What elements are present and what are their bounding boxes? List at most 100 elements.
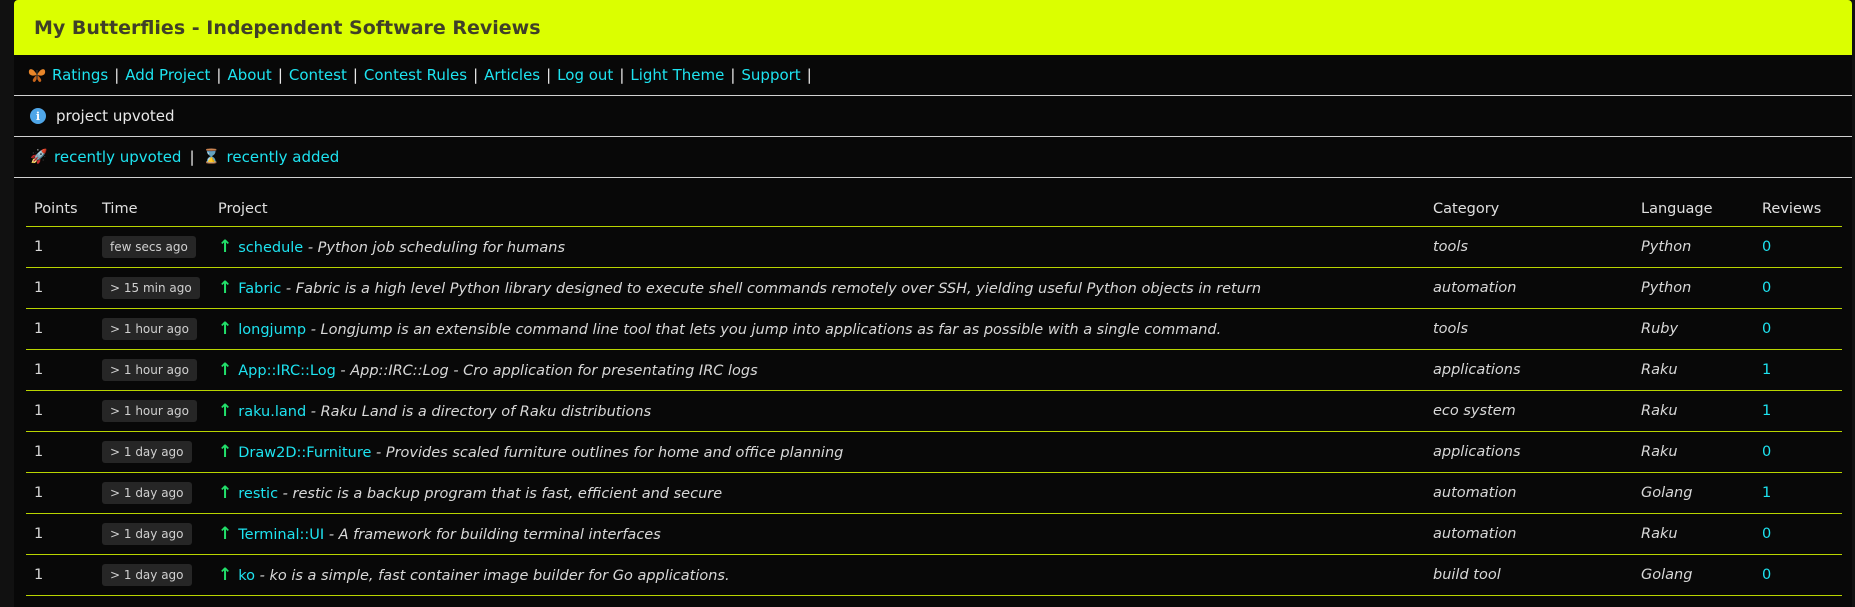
reviews-link[interactable]: 0 <box>1762 321 1771 337</box>
header-category: Category <box>1425 191 1633 227</box>
project-link[interactable]: ko <box>238 568 255 584</box>
reviews-link[interactable]: 0 <box>1762 444 1771 460</box>
row-category: automation <box>1425 267 1633 309</box>
time-badge: > 1 day ago <box>102 523 192 545</box>
reviews-link[interactable]: 0 <box>1762 280 1771 296</box>
time-badge: > 1 day ago <box>102 441 192 463</box>
upvote-arrow-icon[interactable]: ↑ <box>218 319 232 339</box>
filter-recently-upvoted[interactable]: recently upvoted <box>54 148 181 166</box>
table-row: 1 > 1 day ago ↑ restic - restic is a back… <box>26 472 1842 514</box>
nav-ratings[interactable]: Ratings <box>52 66 108 84</box>
upvote-arrow-icon[interactable]: ↑ <box>218 524 232 544</box>
row-category: tools <box>1425 308 1633 350</box>
filter-recently-added[interactable]: recently added <box>227 148 340 166</box>
row-language: Golang <box>1633 554 1754 596</box>
time-badge: > 1 hour ago <box>102 318 197 340</box>
row-points: 1 <box>26 554 94 596</box>
project-description: - Fabric is a high level Python library … <box>285 281 1262 297</box>
upvote-arrow-icon[interactable]: ↑ <box>218 442 232 462</box>
reviews-link[interactable]: 0 <box>1762 567 1771 583</box>
row-category: eco system <box>1425 390 1633 432</box>
sort-filters: 🚀 recently upvoted | ⌛ recently added <box>14 137 1852 178</box>
hourglass-icon: ⌛ <box>202 149 220 165</box>
header-time: Time <box>94 191 210 227</box>
upvote-arrow-icon[interactable]: ↑ <box>218 237 232 257</box>
row-points: 1 <box>26 308 94 350</box>
table-row: 1 > 1 day ago ↑ Draw2D::Furniture - Provi… <box>26 431 1842 473</box>
row-language: Python <box>1633 267 1754 309</box>
nav-about[interactable]: About <box>227 66 271 84</box>
rocket-icon: 🚀 <box>30 149 48 165</box>
table-row: 1 > 1 day ago ↑ ko - ko is a simple, fast… <box>26 554 1842 596</box>
notice-text: project upvoted <box>56 107 175 125</box>
row-category: tools <box>1425 226 1633 268</box>
row-points: 1 <box>26 513 94 555</box>
time-badge: > 1 day ago <box>102 482 192 504</box>
project-description: - Python job scheduling for humans <box>307 240 566 256</box>
main-nav: Ratings | Add Project | About | Contest | Co… <box>14 55 1852 96</box>
project-link[interactable]: Terminal::UI <box>238 527 324 543</box>
row-points: 1 <box>26 226 94 268</box>
nav-support[interactable]: Support <box>741 66 800 84</box>
time-badge: > 1 hour ago <box>102 400 197 422</box>
nav-light-theme[interactable]: Light Theme <box>630 66 724 84</box>
row-language: Ruby <box>1633 308 1754 350</box>
upvote-arrow-icon[interactable]: ↑ <box>218 483 232 503</box>
nav-separator: | <box>546 66 552 84</box>
nav-add-project[interactable]: Add Project <box>125 66 210 84</box>
projects-table: Points Time Project Category Language Re… <box>26 191 1842 596</box>
header-points: Points <box>26 191 94 227</box>
table-row: 1 > 1 hour ago ↑ longjump - Longjump is a… <box>26 308 1842 350</box>
project-description: - ko is a simple, fast container image b… <box>259 568 730 584</box>
nav-contest-rules[interactable]: Contest Rules <box>364 66 467 84</box>
project-link[interactable]: Draw2D::Furniture <box>238 445 371 461</box>
row-language: Raku <box>1633 431 1754 473</box>
reviews-link[interactable]: 1 <box>1762 362 1771 378</box>
header-reviews: Reviews <box>1754 191 1842 227</box>
upvote-arrow-icon[interactable]: ↑ <box>218 278 232 298</box>
upvote-arrow-icon[interactable]: ↑ <box>218 401 232 421</box>
upvote-arrow-icon[interactable]: ↑ <box>218 360 232 380</box>
header-project: Project <box>210 191 1425 227</box>
project-link[interactable]: Fabric <box>238 281 281 297</box>
time-badge: > 15 min ago <box>102 277 200 299</box>
nav-contest[interactable]: Contest <box>289 66 347 84</box>
table-header-row: Points Time Project Category Language Re… <box>26 191 1842 227</box>
table-row: 1 > 1 hour ago ↑ raku.land - Raku Land is… <box>26 390 1842 432</box>
nav-separator: | <box>114 66 120 84</box>
time-badge: > 1 day ago <box>102 564 192 586</box>
project-link[interactable]: longjump <box>238 322 306 338</box>
site-header: My Butterflies - Independent Software Re… <box>14 0 1852 55</box>
row-category: automation <box>1425 513 1633 555</box>
project-link[interactable]: restic <box>238 486 278 502</box>
nav-separator: | <box>216 66 222 84</box>
row-points: 1 <box>26 267 94 309</box>
project-description: - Longjump is an extensible command line… <box>310 322 1222 338</box>
row-category: build tool <box>1425 554 1633 596</box>
nav-separator: | <box>619 66 625 84</box>
project-description: - A framework for building terminal inte… <box>328 527 661 543</box>
row-category: applications <box>1425 349 1633 391</box>
reviews-link[interactable]: 0 <box>1762 526 1771 542</box>
nav-separator: | <box>473 66 479 84</box>
project-link[interactable]: App::IRC::Log <box>238 363 336 379</box>
reviews-link[interactable]: 0 <box>1762 239 1771 255</box>
row-points: 1 <box>26 431 94 473</box>
project-description: - Raku Land is a directory of Raku distr… <box>310 404 652 420</box>
time-badge: > 1 hour ago <box>102 359 197 381</box>
upvote-arrow-icon[interactable]: ↑ <box>218 565 232 585</box>
nav-log-out[interactable]: Log out <box>557 66 613 84</box>
nav-articles[interactable]: Articles <box>484 66 540 84</box>
reviews-link[interactable]: 1 <box>1762 403 1771 419</box>
table-row: 1 > 1 day ago ↑ Terminal::UI - A framewor… <box>26 513 1842 555</box>
project-description: - Provides scaled furniture outlines for… <box>376 445 844 461</box>
nav-separator: | <box>352 66 358 84</box>
row-category: automation <box>1425 472 1633 514</box>
table-row: 1 > 1 hour ago ↑ App::IRC::Log - App::IRC… <box>26 349 1842 391</box>
project-link[interactable]: schedule <box>238 240 303 256</box>
time-badge: few secs ago <box>102 236 196 258</box>
project-link[interactable]: raku.land <box>238 404 306 420</box>
row-points: 1 <box>26 472 94 514</box>
row-language: Golang <box>1633 472 1754 514</box>
reviews-link[interactable]: 1 <box>1762 485 1771 501</box>
